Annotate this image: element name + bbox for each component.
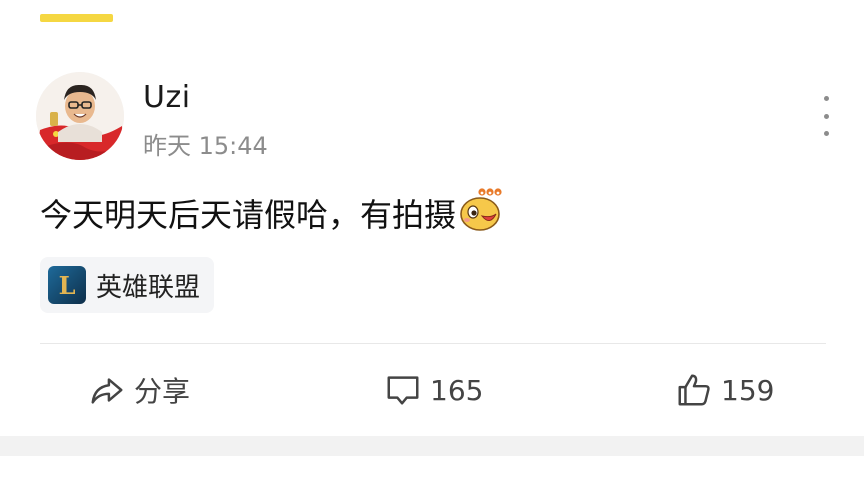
post-content-text: 今天明天后天请假哈，有拍摄 [40, 196, 457, 234]
share-label: 分享 [134, 375, 191, 408]
menu-dot [823, 113, 829, 119]
post-timestamp: 昨天 15:44 [143, 132, 268, 160]
like-count: 159 [721, 373, 775, 407]
league-of-legends-icon: L [48, 266, 86, 304]
author-name[interactable]: Uzi [143, 80, 191, 115]
avatar[interactable] [36, 72, 124, 160]
avatar-image [36, 72, 124, 160]
tag-icon-letter: L [58, 270, 76, 300]
post-card: Uzi 昨天 15:44 今天明天后天请假哈，有拍摄 L 英雄联盟 分享 165… [0, 0, 864, 436]
menu-dot [823, 96, 829, 101]
menu-dot [823, 131, 829, 136]
more-options-icon[interactable] [812, 96, 840, 136]
share-button[interactable]: 分享 [88, 370, 190, 410]
like-button[interactable]: 159 [675, 370, 774, 410]
topic-tag-label: 英雄联盟 [96, 272, 201, 303]
share-icon [91, 378, 123, 404]
comment-icon [387, 376, 419, 405]
thumbs-up-icon [678, 374, 710, 406]
post-content: 今天明天后天请假哈，有拍摄 [40, 188, 504, 236]
topic-tag[interactable]: L 英雄联盟 [40, 257, 215, 313]
feed-separator [0, 436, 864, 456]
comment-button[interactable]: 165 [384, 370, 483, 410]
divider [40, 343, 826, 344]
666-emoji-icon [460, 188, 502, 231]
comment-count: 165 [430, 373, 484, 407]
